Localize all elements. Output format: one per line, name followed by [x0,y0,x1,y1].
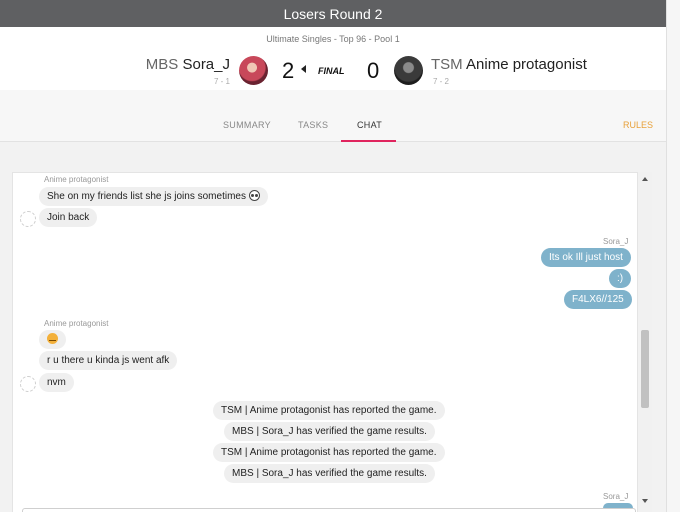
player1-score: 2 [282,58,295,83]
tab-tasks[interactable]: TASKS [298,120,328,130]
chat-scrollbar[interactable] [638,172,652,512]
avatar-placeholder [20,211,36,227]
window-title: Losers Round 2 [0,0,666,27]
scroll-down-icon[interactable] [642,499,648,503]
tab-chat[interactable]: CHAT [357,120,382,130]
right-gutter [666,0,680,512]
player2-tag: TSM [431,56,463,73]
chat-input[interactable] [22,508,636,512]
chat-message-in: She on my friends list she js joins some… [39,187,268,206]
player2-record: 7 - 2 [433,77,450,86]
event-subtitle: Ultimate Singles - Top 96 - Pool 1 [266,34,400,44]
skull-icon [248,190,260,201]
player1-record: 7 - 1 [213,77,230,86]
player1-avatar[interactable] [239,56,268,85]
player2-avatar[interactable] [394,56,423,85]
chat-message-out: F4LX6//125 [564,290,632,309]
message-sender: Anime protagonist [44,319,109,328]
chat-message-in: Join back [39,208,98,227]
scroll-thumb[interactable] [641,330,649,408]
player2-name: TSM Anime protagonist [431,56,587,73]
rules-link[interactable]: RULES [623,120,653,130]
tab-bar: SUMMARY TASKS CHAT RULES [0,90,666,142]
message-sender: Sora_J [603,492,629,501]
system-message: MBS | Sora_J has verified the game resul… [224,422,435,441]
match-status: FINAL [318,66,345,76]
player2-score: 0 [367,58,380,83]
cat-icon [47,333,58,344]
system-message: MBS | Sora_J has verified the game resul… [224,464,435,483]
player1-tag: MBS [145,56,179,73]
chat-message-out: Its ok Ill just host [541,248,631,267]
scroll-up-icon[interactable] [642,177,648,181]
player2-gamertag: Anime protagonist [466,56,587,73]
avatar-placeholder [20,376,36,392]
match-header: Ultimate Singles - Top 96 - Pool 1 MBS S… [0,27,666,90]
chat-message-out: :) [609,269,632,288]
message-sender: Anime protagonist [44,175,109,184]
player1-gamertag: Sora_J [182,56,230,73]
active-tab-indicator [341,140,396,142]
chat-log[interactable]: Anime protagonist She on my friends list… [12,172,638,512]
chat-message-in: nvm [39,373,74,392]
system-message: TSM | Anime protagonist has reported the… [213,443,445,462]
winner-arrow-icon [301,65,306,73]
tab-summary[interactable]: SUMMARY [223,120,271,130]
message-sender: Sora_J [603,237,629,246]
system-message: TSM | Anime protagonist has reported the… [213,401,445,420]
chat-message-in: r u there u kinda js went afk [39,351,178,370]
chat-message-in [39,330,66,349]
player1-name: MBS Sora_J [146,56,230,73]
